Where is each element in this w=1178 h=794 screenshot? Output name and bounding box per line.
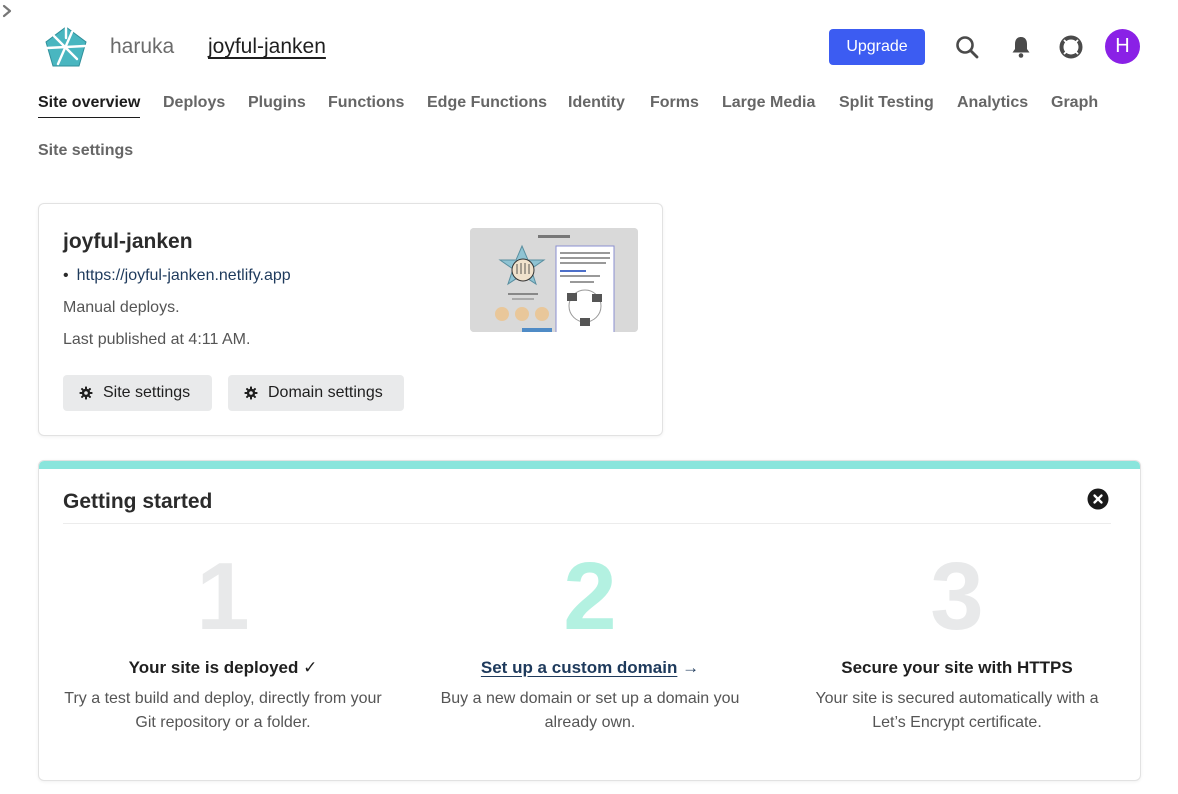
tab-site-settings[interactable]: Site settings bbox=[38, 141, 133, 161]
last-published: Last published at 4:11 AM. bbox=[63, 331, 251, 348]
step-number: 2 bbox=[563, 543, 617, 650]
panel-accent-bar bbox=[39, 461, 1140, 469]
deploy-mode: Manual deploys. bbox=[63, 299, 180, 316]
step-title[interactable]: Set up a custom domain bbox=[481, 658, 677, 677]
step-number: 1 bbox=[196, 543, 250, 650]
tab-functions[interactable]: Functions bbox=[328, 93, 404, 113]
tab-split-testing[interactable]: Split Testing bbox=[839, 93, 934, 113]
upgrade-button[interactable]: Upgrade bbox=[829, 29, 925, 65]
tab-plugins[interactable]: Plugins bbox=[248, 93, 306, 113]
breadcrumb-site[interactable]: joyful-janken bbox=[208, 34, 326, 60]
site-url-link[interactable]: https://joyful-janken.netlify.app bbox=[77, 267, 291, 284]
tab-forms[interactable]: Forms bbox=[650, 93, 699, 113]
step-deployed: 1 Your site is deployed ✓ Try a test bui… bbox=[63, 541, 383, 735]
breadcrumb-team[interactable]: haruka bbox=[110, 34, 174, 60]
gear-icon bbox=[79, 386, 93, 400]
site-settings-label: Site settings bbox=[103, 384, 191, 401]
help-lifebuoy-icon[interactable] bbox=[1058, 34, 1084, 60]
step-description: Buy a new domain or set up a domain you … bbox=[440, 690, 740, 731]
search-icon[interactable] bbox=[954, 34, 980, 60]
step-description: Your site is secured automatically with … bbox=[815, 690, 1099, 731]
step-description: Try a test build and deploy, directly fr… bbox=[64, 690, 382, 731]
gear-icon bbox=[244, 386, 258, 400]
divider bbox=[63, 523, 1111, 524]
site-url-row: • https://joyful-janken.netlify.app bbox=[63, 267, 291, 285]
close-icon[interactable] bbox=[1087, 488, 1109, 510]
tab-analytics[interactable]: Analytics bbox=[957, 93, 1028, 113]
header: haruka joyful-janken Upgrade H bbox=[0, 0, 1178, 90]
getting-started-title: Getting started bbox=[63, 490, 213, 513]
tab-identity[interactable]: Identity bbox=[568, 93, 625, 113]
bullet-icon: • bbox=[63, 267, 69, 284]
step-title: Secure your site with HTTPS bbox=[841, 658, 1073, 677]
chevron-right-icon bbox=[2, 4, 12, 18]
step-number: 3 bbox=[930, 543, 984, 650]
step-custom-domain: 2 Set up a custom domain → Buy a new dom… bbox=[430, 541, 750, 735]
tab-deploys[interactable]: Deploys bbox=[163, 93, 225, 113]
tab-large-media[interactable]: Large Media bbox=[722, 93, 815, 113]
user-avatar[interactable]: H bbox=[1105, 29, 1140, 64]
custom-domain-link[interactable]: Set up a custom domain → bbox=[430, 657, 750, 679]
netlify-logo[interactable] bbox=[44, 26, 88, 68]
domain-settings-button[interactable]: Domain settings bbox=[228, 375, 404, 411]
site-overview-card: joyful-janken • https://joyful-janken.net… bbox=[38, 203, 663, 436]
step-https: 3 Secure your site with HTTPS Your site … bbox=[797, 541, 1117, 735]
tab-edge-functions[interactable]: Edge Functions bbox=[427, 93, 547, 113]
tab-graph[interactable]: Graph bbox=[1051, 93, 1098, 113]
arrow-right-icon: → bbox=[682, 658, 700, 677]
getting-started-panel: Getting started 1 Your site is deployed … bbox=[38, 460, 1141, 781]
tab-site-overview[interactable]: Site overview bbox=[38, 93, 141, 118]
site-preview-thumbnail[interactable] bbox=[470, 228, 638, 332]
domain-settings-label: Domain settings bbox=[268, 384, 383, 401]
site-name: joyful-janken bbox=[63, 230, 193, 253]
step-title: Your site is deployed ✓ bbox=[128, 658, 318, 677]
bell-icon[interactable] bbox=[1008, 34, 1034, 60]
site-settings-button[interactable]: Site settings bbox=[63, 375, 212, 411]
